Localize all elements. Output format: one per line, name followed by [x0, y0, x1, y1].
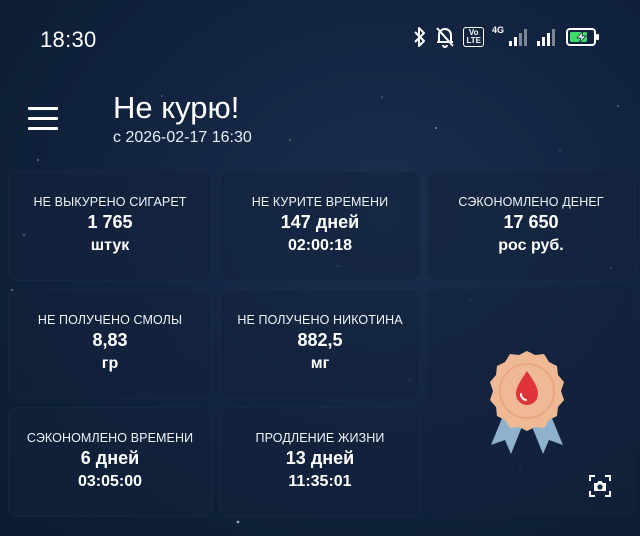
stat-value: 13 дней [285, 448, 355, 468]
stat-card-money-saved: СЭКОНОМЛЕНО ДЕНЕГ 17 650 рос руб. [427, 171, 635, 281]
stat-label: СЭКОНОМЛЕНО ДЕНЕГ [458, 195, 604, 209]
stat-unit: штук [90, 237, 130, 254]
stat-unit: 03:05:00 [77, 473, 143, 490]
stat-label: НЕ ВЫКУРЕНО СИГАРЕТ [33, 195, 187, 209]
menu-button[interactable] [28, 107, 60, 131]
stat-value: 8,83 [92, 330, 128, 350]
stat-unit: гр [101, 355, 119, 372]
stat-label: НЕ КУРИТЕ ВРЕМЕНИ [251, 195, 389, 209]
stat-card-tar: НЕ ПОЛУЧЕНО СМОЛЫ 8,83 гр [8, 289, 212, 399]
stat-value: 882,5 [297, 330, 343, 350]
stat-label: НЕ ПОЛУЧЕНО НИКОТИНА [237, 313, 403, 327]
stat-label: СЭКОНОМЛЕНО ВРЕМЕНИ [26, 431, 194, 445]
menu-icon-bar [28, 127, 58, 130]
volte-icon: Vo LTE [463, 27, 484, 47]
stat-card-life-extension: ПРОДЛЕНИЕ ЖИЗНИ 13 дней 11:35:01 [219, 407, 421, 517]
signal-icon [509, 29, 527, 46]
bluetooth-icon [414, 27, 426, 47]
stat-value: 147 дней [280, 212, 360, 232]
app-bar: Не курю! с 2026-02-17 16:30 [0, 78, 640, 164]
network-type-label: 4G [491, 25, 504, 35]
stat-unit: рос руб. [498, 237, 564, 254]
volte-bottom-text: LTE [466, 36, 481, 45]
blood-drop-award-icon [490, 351, 564, 454]
status-time: 18:30 [40, 27, 97, 52]
stat-card-time-saved: СЭКОНОМЛЕНО ВРЕМЕНИ 6 дней 03:05:00 [8, 407, 212, 517]
bell-off-icon [436, 27, 455, 48]
status-icons: Vo LTE 4G [413, 26, 600, 48]
quit-date-subtitle: с 2026-02-17 16:30 [113, 129, 252, 146]
stat-label: НЕ ПОЛУЧЕНО СМОЛЫ [37, 313, 183, 327]
stat-unit: 11:35:01 [288, 473, 352, 490]
stat-value: 1 765 [87, 212, 133, 232]
stat-card-smoke-free-time: НЕ КУРИТЕ ВРЕМЕНИ 147 дней 02:00:18 [219, 171, 421, 281]
signal-icon [537, 29, 555, 46]
stat-unit: 02:00:18 [287, 237, 353, 254]
menu-icon [28, 107, 58, 110]
status-bar: 18:30 Vo LTE 4G [0, 0, 640, 78]
stat-value: 17 650 [503, 212, 559, 232]
stat-unit: мг [310, 355, 330, 372]
menu-icon-bar [28, 117, 58, 120]
stat-card-nicotine: НЕ ПОЛУЧЕНО НИКОТИНА 882,5 мг [219, 289, 421, 399]
battery-charging-icon [566, 28, 599, 46]
stat-value: 6 дней [80, 448, 140, 468]
stat-label: ПРОДЛЕНИЕ ЖИЗНИ [255, 431, 385, 445]
page-title: Не курю! [113, 90, 240, 125]
screenshot-camera-icon[interactable] [588, 474, 612, 498]
stat-card-cigarettes: НЕ ВЫКУРЕНО СИГАРЕТ 1 765 штук [8, 171, 212, 281]
